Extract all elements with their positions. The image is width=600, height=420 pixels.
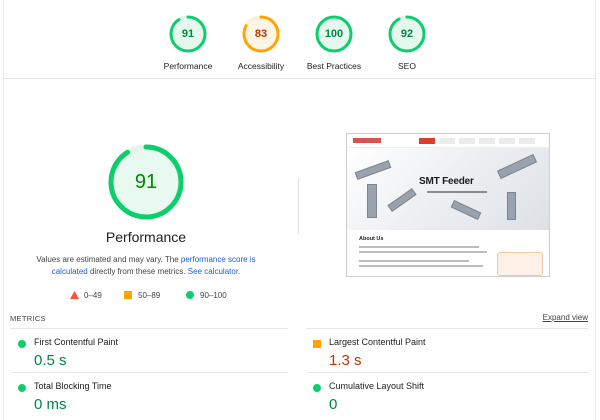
metric-name: Total Blocking Time — [34, 381, 112, 391]
screenshot-hero: SMT Feeder — [347, 148, 549, 230]
feeder-part-icon — [387, 188, 417, 212]
metric-divider — [306, 328, 588, 329]
gauge-label: SEO — [398, 61, 416, 71]
feeder-part-icon — [450, 200, 482, 220]
pass-circle-icon — [18, 384, 26, 392]
metric-value: 0 — [329, 396, 338, 413]
desc-text: directly from these metrics. — [87, 267, 188, 276]
summary-divider — [4, 78, 596, 79]
metric-divider — [10, 328, 288, 329]
feeder-part-icon — [367, 184, 377, 218]
metric-name: Cumulative Layout Shift — [329, 381, 425, 391]
lighthouse-report: 91 Performance 83 Accessibility 100 Best… — [0, 0, 600, 420]
nav-pill — [419, 138, 435, 144]
pass-circle-icon — [18, 340, 26, 348]
circle-icon — [186, 291, 194, 299]
text-line — [359, 265, 483, 267]
legend-range: 0–49 — [84, 291, 102, 300]
feeder-part-icon — [496, 153, 538, 180]
category-summary: 91 Performance 83 Accessibility 100 Best… — [0, 14, 600, 74]
metric-value: 0.5 s — [34, 352, 67, 369]
legend-range: 50–89 — [138, 291, 161, 300]
performance-description: Values are estimated and may vary. The p… — [36, 254, 256, 278]
metric-divider — [10, 372, 288, 373]
screenshot-section-title: About Us — [359, 236, 384, 242]
legend-range: 90–100 — [200, 291, 227, 300]
page-screenshot[interactable]: SMT Feeder About Us — [346, 133, 550, 277]
metric-name: First Contentful Paint — [34, 337, 119, 347]
pass-circle-icon — [313, 384, 321, 392]
square-icon — [124, 291, 132, 299]
site-logo-icon — [353, 138, 381, 143]
nav-pill — [479, 138, 495, 144]
average-square-icon — [313, 340, 321, 348]
screenshot-hero-title: SMT Feeder — [419, 176, 474, 187]
metrics-heading: METRICS — [10, 314, 46, 323]
screenshot-promo-widget — [497, 252, 543, 276]
text-line — [359, 260, 469, 262]
nav-pill — [499, 138, 515, 144]
hero-subtitle-bar — [427, 191, 487, 193]
expand-view-toggle[interactable]: Expand view — [543, 313, 588, 322]
metric-name: Largest Contentful Paint — [329, 337, 426, 347]
nav-pill — [459, 138, 475, 144]
nav-pill — [439, 138, 455, 144]
screenshot-navbar — [347, 134, 549, 148]
feeder-part-icon — [507, 192, 516, 220]
metric-value: 0 ms — [34, 396, 67, 413]
triangle-icon — [70, 291, 79, 299]
text-line — [359, 246, 479, 248]
performance-score: 91 — [134, 171, 158, 193]
metric-divider — [306, 372, 588, 373]
gauge-seo[interactable]: 92 SEO — [362, 14, 452, 71]
feeder-part-icon — [354, 160, 392, 180]
calculator-link[interactable]: See calculator. — [188, 267, 240, 276]
performance-title: Performance — [105, 229, 187, 245]
desc-text: Values are estimated and may vary. The — [36, 255, 181, 264]
text-line — [359, 251, 487, 253]
gauge-score: 92 — [400, 28, 414, 40]
vertical-separator — [298, 178, 299, 234]
nav-pill — [519, 138, 535, 144]
performance-gauge: 91 — [106, 142, 186, 222]
metric-value: 1.3 s — [329, 352, 362, 369]
